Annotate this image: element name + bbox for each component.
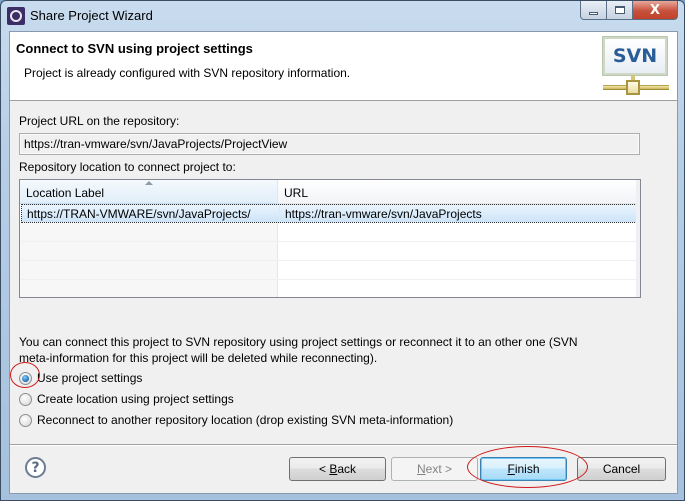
connect-info-text: You can connect this project to SVN repo…	[19, 335, 578, 365]
button-bar-separator	[10, 444, 677, 446]
page-description: Project is already configured with SVN r…	[24, 66, 351, 80]
project-url-field[interactable]: https://tran-vmware/svn/JavaProjects/Pro…	[19, 133, 640, 155]
empty-row	[20, 242, 640, 261]
table-scrollbar[interactable]	[636, 180, 640, 297]
next-button[interactable]: Next >	[391, 457, 478, 481]
cell-url: https://tran-vmware/svn/JavaProjects	[285, 207, 482, 221]
empty-row	[20, 261, 640, 280]
window-title: Share Project Wizard	[30, 8, 153, 23]
title-bar[interactable]: Share Project Wizard X	[1, 1, 684, 31]
radio-reconnect-location[interactable]: Reconnect to another repository location…	[19, 411, 453, 429]
help-button[interactable]: ?	[25, 457, 46, 478]
svn-logo-text: SVN	[603, 37, 667, 75]
cell-location-label: https://TRAN-VMWARE/svn/JavaProjects/	[22, 205, 280, 223]
svn-logo-icon: SVN	[601, 34, 673, 98]
table-header: Location Label URL	[20, 180, 640, 204]
empty-row	[20, 280, 640, 297]
repository-location-label: Repository location to connect project t…	[19, 160, 236, 174]
project-url-label: Project URL on the repository:	[19, 114, 180, 128]
repository-locations-table[interactable]: Location Label URL https://TRAN-VMWARE/s…	[19, 179, 641, 298]
empty-row	[20, 223, 640, 242]
maximize-button[interactable]	[607, 1, 633, 20]
table-row[interactable]: https://TRAN-VMWARE/svn/JavaProjects/ ht…	[21, 204, 639, 223]
radio-create-location[interactable]: Create location using project settings	[19, 390, 234, 408]
radio-use-project-settings[interactable]: Use project settings	[19, 369, 142, 387]
wizard-header: Connect to SVN using project settings Pr…	[10, 32, 677, 101]
radio-unchecked-icon[interactable]	[19, 392, 32, 406]
window-controls: X	[580, 1, 678, 21]
back-button[interactable]: < Back	[289, 457, 386, 481]
radio-checked-icon[interactable]	[19, 371, 32, 385]
minimize-icon	[589, 11, 598, 15]
sort-ascending-icon	[145, 181, 153, 185]
maximize-icon	[614, 6, 625, 14]
column-header-url[interactable]: URL	[278, 180, 640, 204]
radio-unchecked-icon[interactable]	[19, 413, 32, 427]
column-header-location-label[interactable]: Location Label	[20, 180, 278, 204]
eclipse-gear-icon	[7, 7, 25, 25]
table-body: https://TRAN-VMWARE/svn/JavaProjects/ ht…	[20, 204, 640, 297]
close-button[interactable]: X	[633, 1, 678, 20]
cancel-button[interactable]: Cancel	[577, 457, 666, 481]
page-title: Connect to SVN using project settings	[16, 41, 253, 56]
wizard-body: Connect to SVN using project settings Pr…	[9, 31, 678, 494]
share-project-wizard-window: Share Project Wizard X Connect to SVN us…	[0, 0, 685, 501]
minimize-button[interactable]	[580, 1, 607, 20]
finish-button[interactable]: Finish	[480, 457, 567, 481]
help-icon: ?	[31, 459, 40, 476]
close-icon: X	[649, 2, 661, 18]
